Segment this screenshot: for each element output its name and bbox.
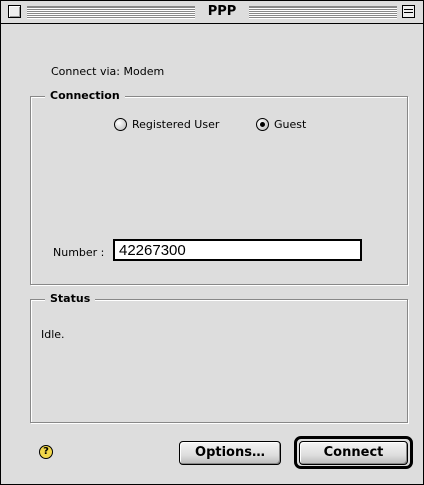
radio-button-icon[interactable] [114, 118, 127, 131]
status-group: Status [30, 292, 408, 423]
status-group-title: Status [45, 292, 96, 306]
connect-via-label: Connect via: Modem [51, 65, 165, 78]
help-icon[interactable]: ? [39, 445, 53, 459]
radio-registered-user[interactable]: Registered User [114, 118, 219, 131]
radio-guest-label: Guest [274, 118, 307, 131]
radio-guest[interactable]: Guest [256, 118, 306, 131]
connect-button[interactable]: Connect [299, 441, 408, 465]
radio-registered-user-label: Registered User [132, 118, 220, 131]
collapse-box-icon[interactable] [402, 5, 415, 18]
ppp-window: PPP Connect via: Modem Connection Regist… [0, 0, 424, 485]
radio-button-selected-icon[interactable] [256, 118, 269, 131]
status-text: Idle. [41, 328, 65, 341]
window-title: PPP [195, 3, 249, 20]
number-field[interactable] [113, 239, 362, 261]
close-box-icon[interactable] [8, 5, 21, 18]
title-stripes-left [27, 6, 195, 19]
title-stripes-right [249, 6, 397, 19]
number-label: Number : [53, 246, 105, 259]
connection-group-title: Connection [45, 89, 125, 103]
title-bar[interactable]: PPP [1, 1, 423, 24]
options-button[interactable]: Options… [179, 441, 281, 465]
